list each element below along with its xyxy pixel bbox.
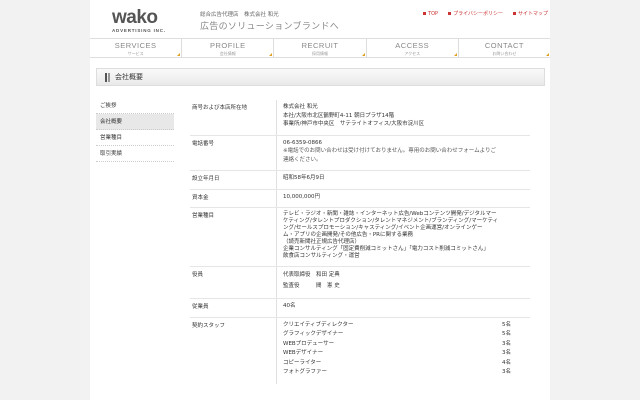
row-value: 40名 [276,299,530,317]
square-bullet-icon [423,12,427,15]
row-value: 株式会社 和光 本社/大阪市北区鶴野町4-11 朝日プラザ14階 事業所/神戸市… [276,100,530,135]
sidebar-item-company-overview[interactable]: 会社概要 [96,114,174,130]
table-row: 設立年月日 昭和58年6月9日 [190,171,530,190]
nav-profile[interactable]: PROFILE 会社情報 [182,39,275,57]
row-label: 設立年月日 [192,176,220,182]
table-row: 商号および本店所在地 株式会社 和光 本社/大阪市北区鶴野町4-11 朝日プラザ… [190,100,530,136]
row-label: 役員 [192,272,204,278]
table-row: 営業種目 テレビ・ラジオ・新聞・雑誌・インターネット広告/Webコンテンツ開発/… [190,208,530,267]
top-links: TOP プライバシーポリシー サイトマップ [423,10,548,17]
row-value: 昭和58年6月9日 [276,171,530,189]
table-row: 役員 代表取締役 和田 定典 監査役 間 憲 史 [190,267,530,299]
staff-item: コピーライター 4名 [283,359,511,366]
staff-item: グラフィックデザイナー 5名 [283,331,511,337]
staff-item: フォトグラファー 3名 [283,369,511,375]
square-bullet-icon [448,12,452,15]
company-info-table: 商号および本店所在地 株式会社 和光 本社/大阪市北区鶴野町4-11 朝日プラザ… [190,100,530,384]
row-label: 従業員 [192,304,209,310]
table-row: 従業員 40名 [190,299,530,318]
corner-triangle-icon [269,53,273,56]
nav-access[interactable]: ACCESS アクセス [367,39,459,57]
page-background-left [0,0,90,400]
top-link-privacy[interactable]: プライバシーポリシー [448,10,503,17]
row-value: テレビ・ラジオ・新聞・雑誌・インターネット広告/Webコンテンツ開発/デジタルマ… [276,208,530,266]
global-nav: SERVICES サービス PROFILE 会社情報 RECRUIT 採用情報 … [90,38,550,58]
row-label: 電話番号 [192,140,215,147]
table-row: 電話番号 06-6359-0866 ※電話でのお問い合わせは受け付けておりません… [190,135,530,171]
page-title-bar: 会社概要 [96,68,545,86]
row-value: 10,000,000円 [276,189,530,207]
corner-triangle-icon [546,53,550,56]
sidebar: ご挨拶 会社概要 営業種目 取引実績 [96,98,174,162]
sidebar-item-greeting[interactable]: ご挨拶 [96,98,174,114]
row-value: 代表取締役 和田 定典 監査役 間 憲 史 [276,267,530,298]
tagline-small: 総合広告代理店 株式会社 和光 [200,12,279,18]
staff-item: WEBデザイナー 3名 [283,350,511,356]
logo[interactable]: wako ADVERTISING INC. [112,7,166,33]
table-row: 資本金 10,000,000円 [190,189,530,208]
row-label: 契約スタッフ [192,322,226,329]
logo-subtitle: ADVERTISING INC. [112,28,166,33]
sidebar-item-business[interactable]: 営業種目 [96,130,174,146]
site-header: wako ADVERTISING INC. 総合広告代理店 株式会社 和光 広告… [90,0,550,38]
nav-recruit[interactable]: RECRUIT 採用情報 [274,39,367,57]
table-row: 契約スタッフ クリエイティブディレクター 5名 グラフィックデザイナー 5名 WEB… [190,317,530,384]
row-label: 資本金 [192,194,209,201]
corner-triangle-icon [453,53,457,56]
corner-triangle-icon [361,53,365,56]
page-title: 会社概要 [115,73,143,81]
nav-contact[interactable]: CONTACT お問い合わせ [459,39,550,57]
staff-item: WEBプロデューサー 3名 [283,340,511,347]
tagline-main: 広告のソリューションブランドへ [200,22,340,32]
logo-wordmark: wako [112,7,158,28]
row-label: 営業種目 [192,213,215,219]
square-bullet-icon [512,12,516,15]
row-label: 商号および本店所在地 [192,105,248,111]
staff-item: クリエイティブディレクター 5名 [283,321,511,328]
row-value: クリエイティブディレクター 5名 グラフィックデザイナー 5名 WEBプロデューサー… [276,317,530,384]
top-link-sitemap[interactable]: サイトマップ [512,10,548,17]
row-value: 06-6359-0866 ※電話でのお問い合わせは受け付けておりません。専用のお… [276,135,530,170]
corner-triangle-icon [177,53,181,56]
top-link-top[interactable]: TOP [423,10,438,17]
sidebar-item-clients[interactable]: 取引実績 [96,146,174,162]
page-background-right [550,0,640,400]
nav-services[interactable]: SERVICES サービス [90,39,183,57]
title-bar-icon [105,72,107,82]
